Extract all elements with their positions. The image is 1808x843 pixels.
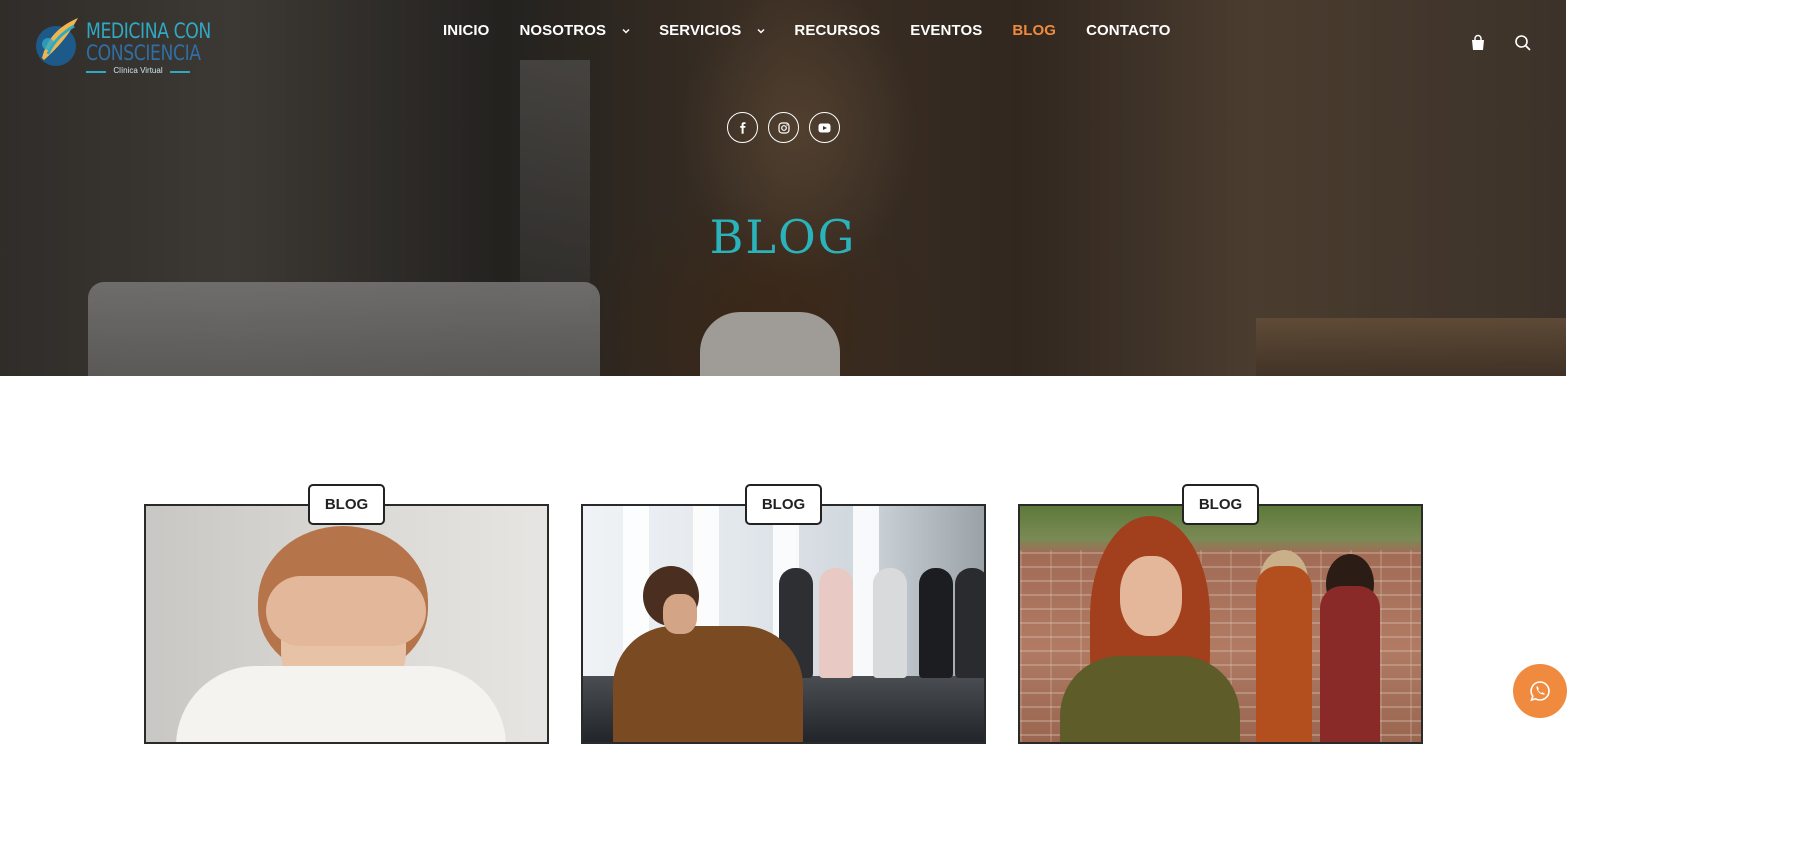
blog-post-card[interactable] — [144, 504, 549, 744]
search-icon[interactable] — [1514, 34, 1532, 52]
hero-banner — [0, 0, 1566, 376]
logo-tagline: Clínica Virtual — [86, 66, 190, 75]
instagram-icon[interactable] — [768, 112, 799, 143]
nav-item-contacto[interactable]: CONTACTO — [1086, 22, 1170, 39]
whatsapp-chat-button[interactable] — [1513, 664, 1567, 718]
logo-text-line1: MEDICINA CON — [86, 19, 211, 43]
nav-item-blog[interactable]: BLOG — [1012, 22, 1056, 39]
nav-item-recursos[interactable]: RECURSOS — [794, 22, 880, 39]
chevron-down-icon — [621, 26, 631, 36]
blog-post-card[interactable] — [1018, 504, 1423, 744]
site-logo[interactable]: MEDICINA CON CONSCIENCIA Clínica Virtual — [32, 10, 211, 80]
post-category-badge[interactable]: BLOG — [745, 484, 822, 525]
post-image-teen-girls[interactable] — [1020, 506, 1421, 742]
post-category-badge[interactable]: BLOG — [1182, 484, 1259, 525]
page-title: BLOG — [709, 210, 857, 264]
nav-item-inicio[interactable]: INICIO — [443, 22, 489, 39]
chevron-down-icon — [756, 26, 766, 36]
social-links — [727, 112, 840, 143]
facebook-icon[interactable] — [727, 112, 758, 143]
blog-post-card[interactable] — [581, 504, 986, 744]
nav-item-eventos[interactable]: EVENTOS — [910, 22, 982, 39]
nav-item-nosotros[interactable]: NOSOTROS — [519, 22, 631, 39]
whatsapp-icon — [1530, 681, 1550, 702]
main-nav: INICIO NOSOTROS SERVICIOS RECURSOS EVENT… — [443, 22, 1170, 39]
post-image-child[interactable] — [146, 506, 547, 742]
youtube-icon[interactable] — [809, 112, 840, 143]
logo-mark-icon — [36, 18, 78, 66]
post-image-group-therapy[interactable] — [583, 506, 984, 742]
post-category-badge[interactable]: BLOG — [308, 484, 385, 525]
shopping-bag-icon[interactable] — [1469, 34, 1487, 52]
logo-text-line2: CONSCIENCIA — [86, 41, 201, 65]
nav-item-servicios[interactable]: SERVICIOS — [659, 22, 766, 39]
